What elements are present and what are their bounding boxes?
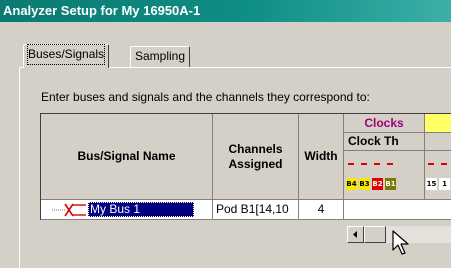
- clock-dash: [348, 163, 354, 165]
- bus-signal-grid: Bus/Signal Name Channels Assigned Width …: [40, 113, 451, 220]
- instruction-text: Enter buses and signals and the channels…: [41, 90, 370, 104]
- clock-channel-b4[interactable]: B4: [346, 178, 357, 190]
- channel-1[interactable]: 1: [439, 178, 450, 190]
- bus-name-cell[interactable]: My Bus 1: [88, 202, 194, 217]
- clock-channel-b2[interactable]: B2: [372, 178, 383, 190]
- column-header-name-label: Bus/Signal Name: [77, 149, 176, 163]
- scroll-left-arrow-icon: [353, 231, 357, 238]
- clock-dash: [374, 163, 380, 165]
- clock-channel-b3[interactable]: B3: [359, 178, 370, 190]
- channel-divider: [424, 150, 425, 200]
- table-row[interactable]: My Bus 1: [41, 200, 213, 220]
- clock-channel-b1[interactable]: B1: [385, 178, 396, 190]
- column-header-name[interactable]: Bus/Signal Name: [41, 114, 213, 200]
- bus-icon: [52, 203, 86, 217]
- channel-15[interactable]: 15: [426, 178, 437, 190]
- tab-sampling[interactable]: Sampling: [130, 46, 191, 67]
- window-titlebar: Analyzer Setup for My 16950A-1: [0, 0, 451, 22]
- clock-channel-area: [344, 151, 451, 200]
- scroll-left-button[interactable]: [347, 226, 364, 243]
- clocks-label: Clocks: [364, 115, 404, 130]
- column-header-width-label: Width: [304, 149, 338, 163]
- clock-assignment-cell[interactable]: [344, 200, 451, 220]
- column-header-channels-label: Channels Assigned: [228, 141, 283, 171]
- column-header-channels[interactable]: Channels Assigned: [213, 114, 299, 200]
- clocks-yellow-header: [425, 114, 451, 133]
- clock-threshold-extra: [425, 133, 451, 151]
- window-title: Analyzer Setup for My 16950A-1: [3, 3, 201, 18]
- clock-dash: [387, 163, 393, 165]
- clock-threshold-label: Clock Th: [348, 134, 399, 148]
- tab-buses-signals[interactable]: Buses/Signals: [23, 44, 110, 68]
- channels-assigned-cell[interactable]: Pod B1[14,10: [213, 200, 299, 220]
- clock-dash: [441, 163, 447, 165]
- clock-dash: [428, 163, 434, 165]
- column-header-width[interactable]: Width: [299, 114, 344, 200]
- column-header-clock-threshold: Clock Th: [344, 133, 425, 151]
- clock-dash: [361, 163, 367, 165]
- column-header-clocks: Clocks: [344, 114, 425, 133]
- tab-sampling-label: Sampling: [135, 49, 186, 63]
- width-cell[interactable]: 4: [299, 200, 344, 220]
- tab-buses-signals-label: Buses/Signals: [26, 44, 106, 65]
- scroll-thumb[interactable]: [364, 226, 386, 243]
- mouse-pointer-icon: [392, 230, 409, 255]
